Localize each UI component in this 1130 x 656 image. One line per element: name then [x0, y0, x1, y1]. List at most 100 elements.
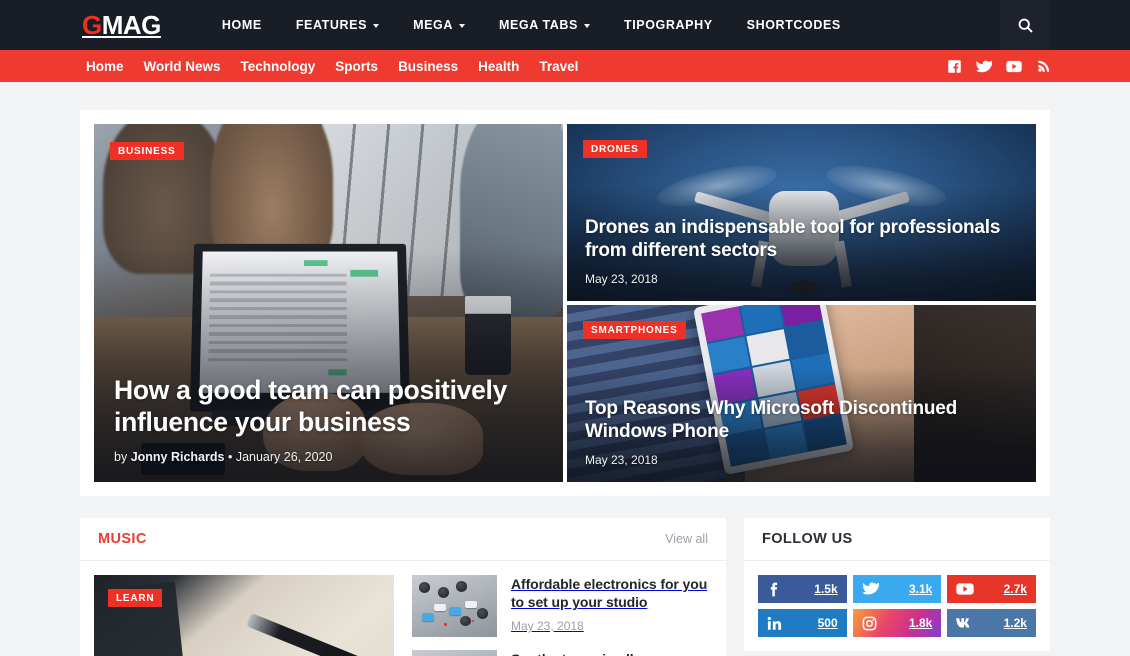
music-panel: MUSIC View all LEARN Affordable electron…: [80, 518, 726, 656]
search-toggle-button[interactable]: [1000, 0, 1050, 50]
nav-label: MEGA TABS: [498, 18, 578, 32]
lower-section: MUSIC View all LEARN Affordable electron…: [80, 518, 1050, 656]
category-link-technology[interactable]: Technology: [231, 59, 326, 74]
nav-item-home[interactable]: HOME: [205, 0, 279, 50]
hero-main-author[interactable]: Jonny Richards: [131, 450, 225, 464]
list-item-thumbnail: [412, 575, 497, 637]
twitter-icon: [861, 581, 879, 597]
vk-icon: [956, 617, 974, 629]
category-link-world-news[interactable]: World News: [134, 59, 231, 74]
hero-main-article[interactable]: BUSINESS How a good team can positively …: [94, 124, 563, 482]
nav-label: HOME: [221, 18, 262, 32]
follow-us-panel: FOLLOW US 1.5k 3.1k 2.7k 500 1.8k 1.2k: [744, 518, 1050, 651]
list-item-date: May 23, 2018: [511, 618, 584, 633]
hero-main-meta: by Jonny Richards • January 26, 2020: [114, 450, 533, 464]
header-social-links: [946, 58, 1052, 74]
nav-item-mega-tabs[interactable]: MEGA TABS: [482, 0, 607, 50]
nav-item-shortcodes[interactable]: SHORTCODES: [730, 0, 858, 50]
hero-card-drones[interactable]: DRONES Drones an indispensable tool for …: [567, 124, 1036, 301]
music-feature-article[interactable]: LEARN: [94, 575, 394, 656]
mixer-image: [412, 575, 497, 637]
social-tile-vk[interactable]: 1.2k: [947, 609, 1036, 637]
logo-letter-g: G: [82, 10, 102, 40]
social-count: 500: [817, 616, 838, 630]
list-item-title: Soothe tunes in all instruments: [511, 650, 712, 656]
list-item-thumbnail: [412, 650, 497, 656]
rss-icon: [1038, 60, 1050, 72]
hero-card-smartphones[interactable]: SMARTPHONES Top Reasons Why Microsoft Di…: [567, 305, 1036, 482]
hero-main-date: January 26, 2020: [235, 450, 333, 464]
nav-item-mega[interactable]: MEGA: [396, 0, 482, 50]
youtube-icon: [1006, 60, 1022, 72]
main-navigation: HOME FEATURES MEGA MEGA TABS TIPOGRAPHY …: [205, 0, 858, 50]
list-item[interactable]: Soothe tunes in all instruments May 23, …: [412, 650, 712, 656]
music-panel-header: MUSIC View all: [80, 518, 726, 561]
hero-section: BUSINESS How a good team can positively …: [80, 110, 1050, 496]
chevron-down-icon: [458, 24, 465, 28]
by-label: by: [114, 450, 128, 464]
logo-text-rest: MAG: [101, 10, 162, 40]
social-count: 1.2k: [1003, 616, 1027, 630]
facebook-icon: [947, 59, 961, 73]
nav-item-tipography[interactable]: TIPOGRAPHY: [607, 0, 730, 50]
social-tile-youtube[interactable]: 2.7k: [947, 575, 1036, 603]
chevron-down-icon: [583, 24, 590, 28]
hero-card-text: Drones an indispensable tool for profess…: [585, 217, 1018, 286]
category-link-travel[interactable]: Travel: [529, 59, 588, 74]
hero-card-title: Top Reasons Why Microsoft Discontinued W…: [585, 398, 958, 443]
site-logo[interactable]: G MAG: [82, 12, 161, 38]
hero-grid: BUSINESS How a good team can positively …: [94, 124, 1036, 482]
music-article-list: Affordable electronics for you to set up…: [412, 575, 712, 656]
list-item-text: Soothe tunes in all instruments May 23, …: [511, 650, 712, 656]
youtube-link[interactable]: [1006, 58, 1022, 74]
hero-main-text: How a good team can positively influence…: [114, 375, 533, 464]
social-tile-facebook[interactable]: 1.5k: [758, 575, 847, 603]
search-icon: [1018, 18, 1032, 32]
nav-label: MEGA: [413, 18, 453, 32]
music-view-all-link[interactable]: View all: [665, 532, 708, 546]
music-panel-body: LEARN Affordable electronics for you to …: [80, 561, 726, 656]
sidebar-column: FOLLOW US 1.5k 3.1k 2.7k 500 1.8k 1.2k: [744, 518, 1050, 656]
rss-link[interactable]: [1036, 58, 1052, 74]
hero-side-column: DRONES Drones an indispensable tool for …: [567, 124, 1036, 482]
follow-us-title: FOLLOW US: [762, 531, 853, 547]
meta-separator: •: [227, 450, 233, 464]
twitter-link[interactable]: [976, 58, 992, 74]
nav-label: TIPOGRAPHY: [623, 18, 713, 32]
youtube-icon: [956, 582, 974, 596]
social-count: 3.1k: [908, 582, 933, 596]
facebook-link[interactable]: [946, 58, 962, 74]
hero-card-category-badge[interactable]: SMARTPHONES: [583, 321, 686, 339]
hero-card-title: Drones an indispensable tool for profess…: [585, 217, 1001, 262]
site-header: G MAG HOME FEATURES MEGA MEGA TABS TIPOG…: [0, 0, 1130, 50]
nav-item-features[interactable]: FEATURES: [279, 0, 396, 50]
music-feature-badge[interactable]: LEARN: [108, 589, 163, 607]
page-content: BUSINESS How a good team can positively …: [0, 82, 1130, 656]
social-tile-twitter[interactable]: 3.1k: [852, 575, 942, 603]
category-link-sports[interactable]: Sports: [325, 59, 388, 74]
social-counter-grid: 1.5k 3.1k 2.7k 500 1.8k 1.2k: [744, 561, 1050, 651]
category-link-health[interactable]: Health: [468, 59, 529, 74]
list-item[interactable]: Affordable electronics for you to set up…: [412, 575, 712, 637]
list-item-title: Affordable electronics for you to set up…: [511, 576, 708, 611]
facebook-icon: [767, 582, 780, 597]
social-tile-linkedin[interactable]: 500: [758, 609, 847, 637]
category-link-business[interactable]: Business: [388, 59, 468, 74]
mixer-image: [412, 650, 497, 656]
hero-card-date: May 23, 2018: [585, 272, 658, 286]
nav-label: FEATURES: [295, 18, 368, 32]
hero-card-date: May 23, 2018: [585, 453, 658, 467]
twitter-icon: [976, 60, 992, 72]
follow-us-header: FOLLOW US: [744, 518, 1050, 561]
music-feature-image: [94, 575, 394, 656]
category-link-home[interactable]: Home: [76, 59, 134, 74]
hero-main-category-badge[interactable]: BUSINESS: [110, 142, 184, 160]
social-count: 1.8k: [908, 616, 933, 630]
music-column: MUSIC View all LEARN Affordable electron…: [80, 518, 726, 656]
music-panel-title: MUSIC: [98, 531, 147, 547]
list-item-text: Affordable electronics for you to set up…: [511, 575, 712, 637]
category-links: Home World News Technology Sports Busine…: [76, 59, 588, 74]
linkedin-icon: [767, 616, 782, 631]
social-tile-instagram[interactable]: 1.8k: [852, 609, 942, 637]
hero-card-category-badge[interactable]: DRONES: [583, 140, 647, 158]
